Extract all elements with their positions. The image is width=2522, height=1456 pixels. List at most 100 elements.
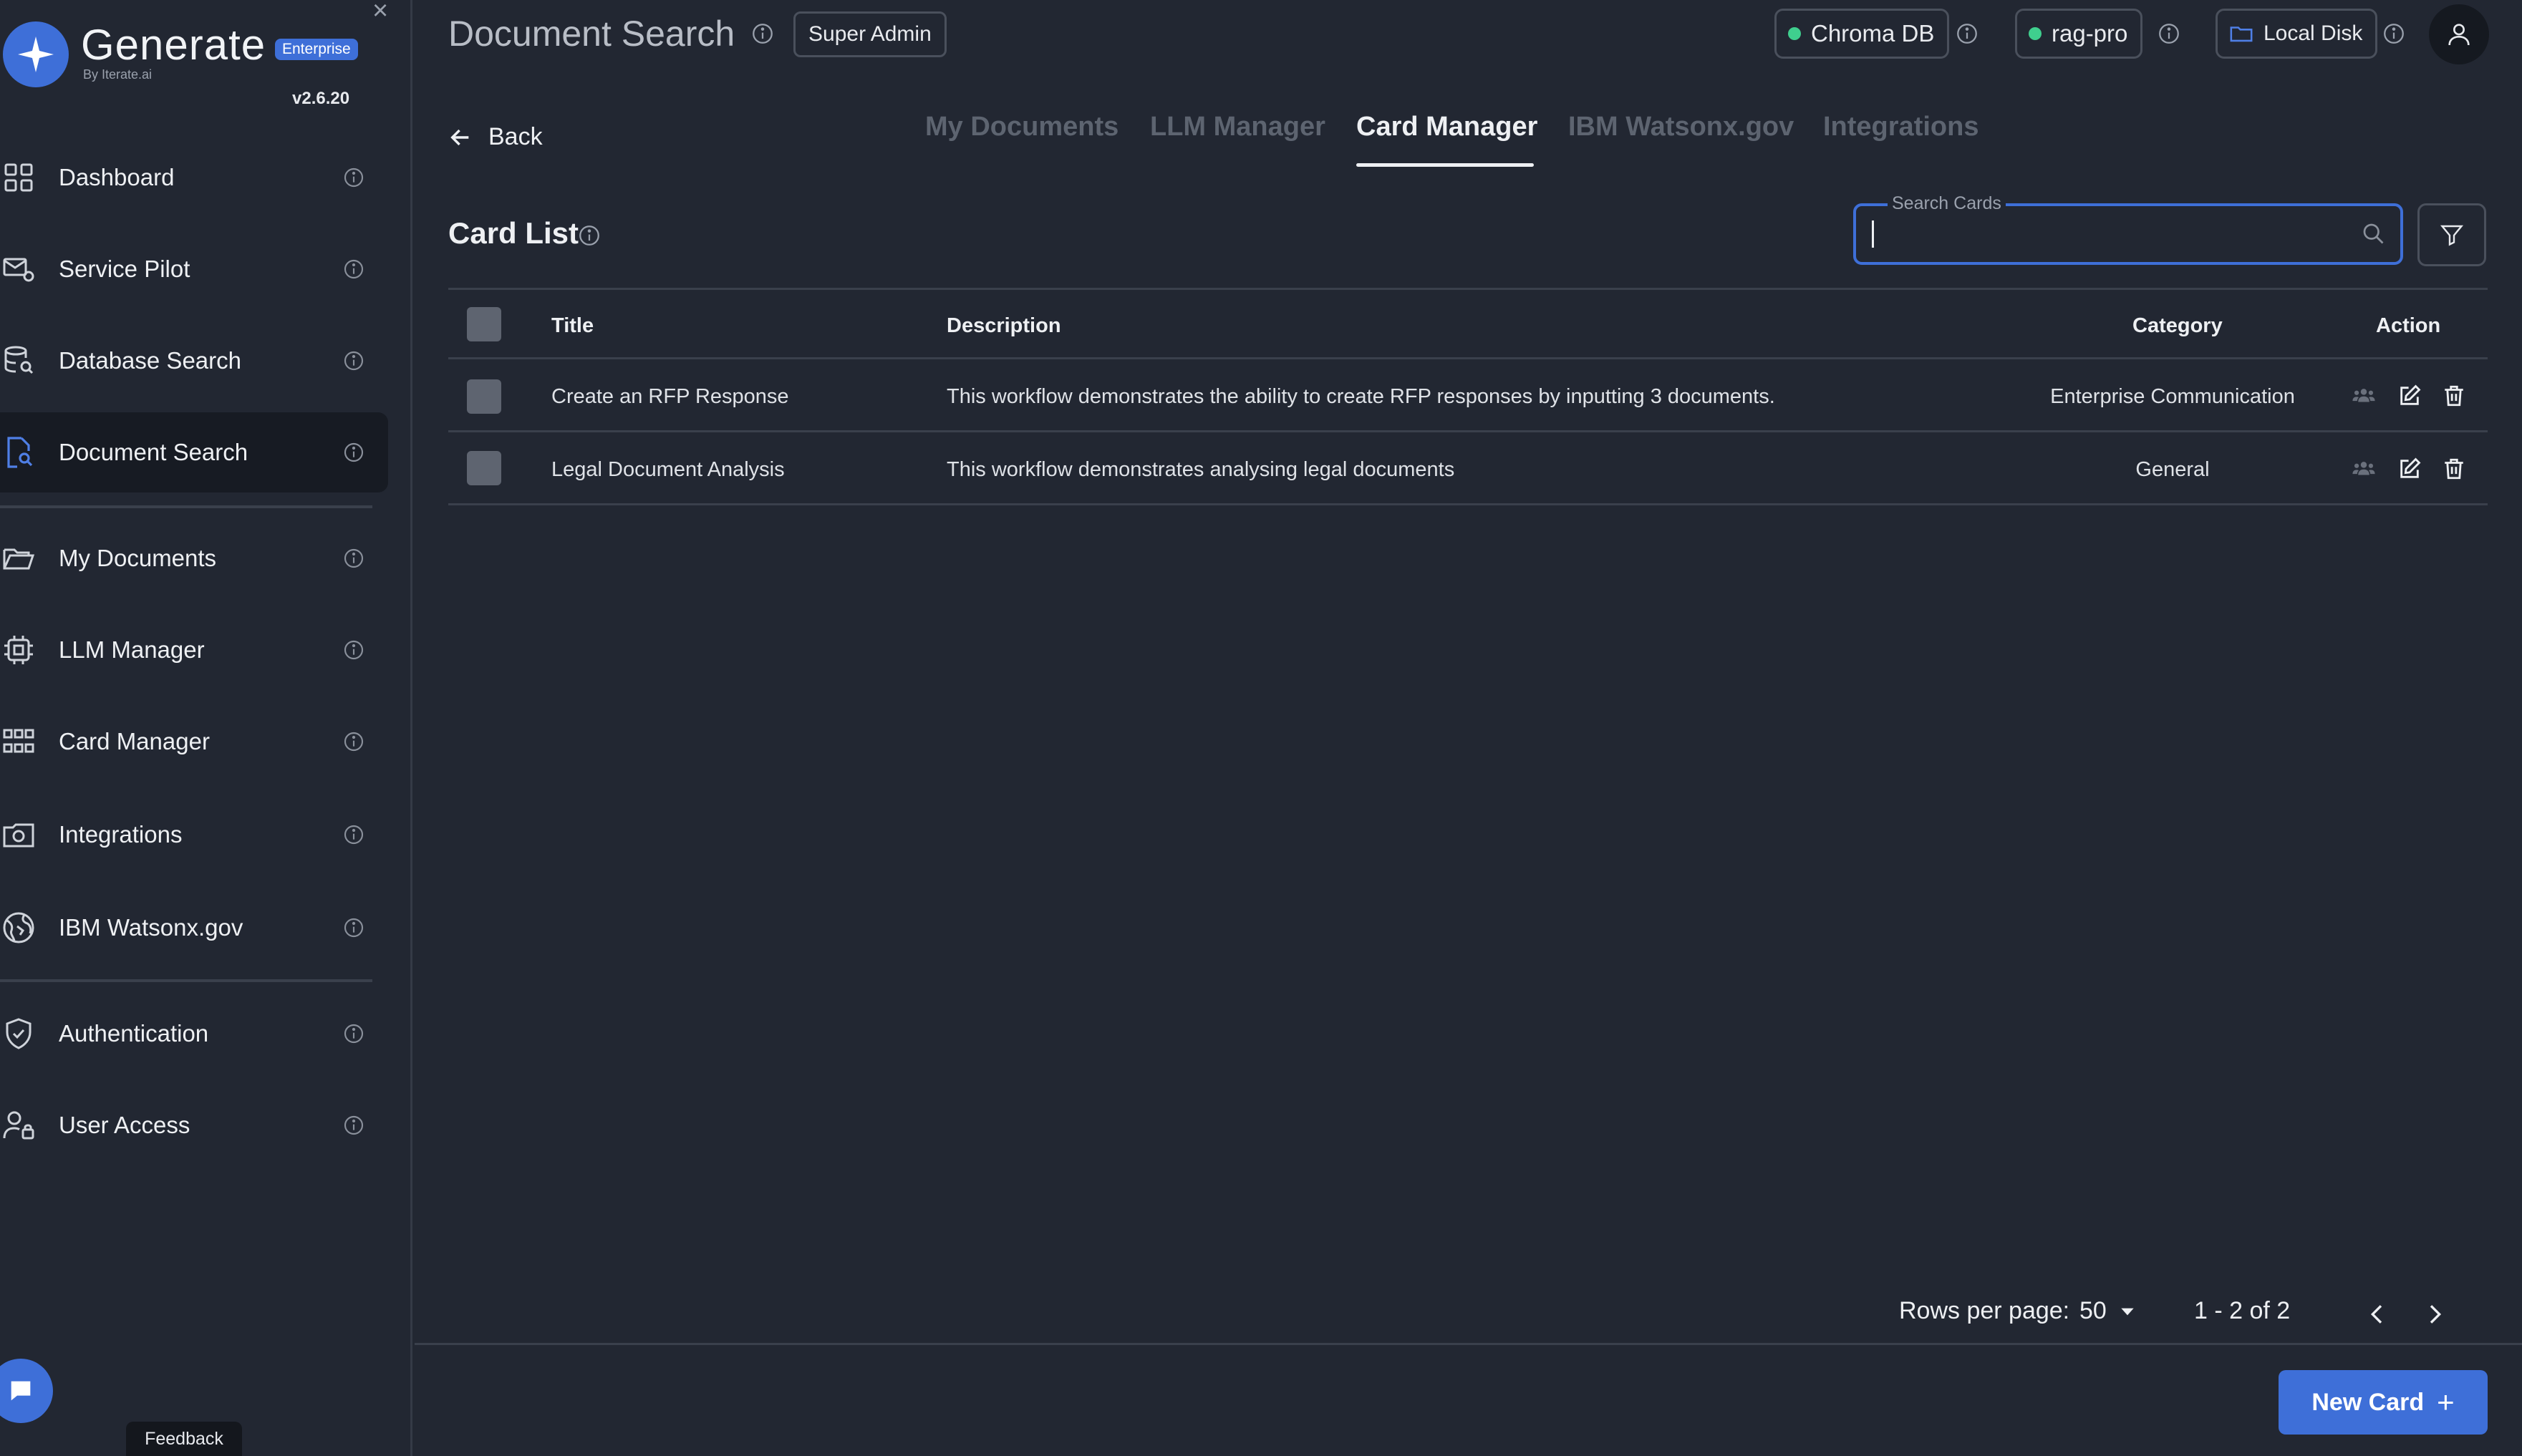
sidebar-item-database-search[interactable]: Database Search (0, 321, 388, 401)
feedback-button[interactable]: Feedback (126, 1422, 242, 1456)
folder-open-icon (3, 548, 35, 570)
filter-icon (2440, 225, 2464, 246)
sidebar-item-label: Database Search (59, 347, 241, 374)
sidebar-item-service-pilot[interactable]: Service Pilot (0, 229, 388, 309)
info-icon[interactable] (2157, 21, 2181, 46)
search-icon[interactable] (2360, 220, 2386, 246)
sidebar-item-label: My Documents (59, 545, 217, 571)
camera-folder-icon (3, 823, 34, 848)
arrow-left-icon (450, 129, 469, 145)
info-icon[interactable] (2382, 21, 2406, 46)
share-users-icon[interactable] (2352, 384, 2376, 408)
card-category: General (2135, 458, 2210, 481)
sidebar-item-label: Integrations (59, 821, 183, 848)
table-row[interactable]: Legal Document Analysis This workflow de… (448, 432, 2488, 505)
new-card-button[interactable]: New Card + (2279, 1370, 2488, 1435)
rows-per-page-value: 50 (2079, 1297, 2107, 1324)
pagination-range: 1 - 2 of 2 (2194, 1297, 2291, 1324)
tab-my-documents[interactable]: My Documents (925, 112, 1119, 142)
info-icon[interactable] (1955, 21, 1979, 46)
tab-llm-manager[interactable]: LLM Manager (1150, 112, 1325, 142)
sidebar: × Generate Enterprise By Iterate.ai v2.6… (0, 0, 412, 1456)
globe-icon (3, 912, 34, 943)
back-button[interactable]: Back (448, 123, 543, 151)
tab-integrations[interactable]: Integrations (1823, 112, 1979, 142)
rag-pro-chip[interactable]: rag-pro (2015, 9, 2143, 59)
sidebar-item-label: Dashboard (59, 164, 175, 190)
sidebar-item-label: Authentication (59, 1020, 209, 1047)
info-icon[interactable] (750, 21, 775, 46)
info-icon[interactable] (342, 349, 365, 372)
edit-icon[interactable] (2397, 457, 2422, 481)
table-header: Title Description Category Action (448, 288, 2488, 359)
active-tab-indicator (1356, 163, 1534, 167)
logo-icon (3, 21, 69, 87)
search-label: Search Cards (1888, 193, 2006, 214)
column-header-action: Action (2376, 314, 2441, 337)
filter-button[interactable] (2417, 203, 2486, 266)
text-cursor (1872, 220, 1874, 248)
database-search-icon (4, 346, 34, 374)
footer-divider (415, 1343, 2522, 1345)
info-icon[interactable] (342, 730, 365, 753)
sidebar-item-document-search[interactable]: Document Search (0, 412, 388, 492)
info-icon[interactable] (342, 916, 365, 939)
sidebar-item-integrations[interactable]: Integrations (0, 795, 388, 875)
sidebar-item-label: Card Manager (59, 728, 210, 754)
info-icon[interactable] (342, 1114, 365, 1137)
info-icon[interactable] (342, 823, 365, 846)
sidebar-item-user-access[interactable]: User Access (0, 1085, 388, 1165)
brand-badge: Enterprise (275, 39, 358, 60)
row-checkbox[interactable] (467, 451, 501, 485)
user-avatar[interactable] (2429, 4, 2489, 64)
sidebar-item-my-documents[interactable]: My Documents (0, 518, 388, 598)
trash-icon[interactable] (2442, 457, 2466, 481)
chat-icon[interactable] (0, 1359, 53, 1423)
back-label: Back (488, 123, 543, 150)
rows-per-page-label: Rows per page: (1899, 1297, 2070, 1324)
brand-name: Generate (81, 21, 266, 69)
tab-ibm-watsonx[interactable]: IBM Watsonx.gov (1568, 112, 1794, 142)
info-icon[interactable] (342, 639, 365, 661)
rows-per-page-select[interactable]: 50 (2079, 1297, 2137, 1325)
page-title: Document Search (448, 14, 735, 54)
column-header-category[interactable]: Category (2132, 314, 2223, 338)
chip-icon (4, 636, 33, 664)
caret-down-icon (2121, 1308, 2134, 1315)
chroma-db-chip[interactable]: Chroma DB (1774, 9, 1950, 59)
sidebar-item-llm-manager[interactable]: LLM Manager (0, 610, 388, 690)
column-header-description[interactable]: Description (947, 314, 1061, 338)
sidebar-item-ibm-watsonx[interactable]: IBM Watsonx.gov (0, 888, 388, 968)
info-icon[interactable] (342, 441, 365, 464)
status-dot-icon (2029, 27, 2042, 40)
tab-card-manager[interactable]: Card Manager (1356, 112, 1537, 142)
close-icon[interactable]: × (372, 0, 388, 26)
info-icon[interactable] (342, 166, 365, 189)
trash-icon[interactable] (2442, 384, 2466, 408)
edit-icon[interactable] (2397, 384, 2422, 408)
select-all-checkbox[interactable] (467, 307, 501, 341)
sidebar-item-card-manager[interactable]: Card Manager (0, 702, 388, 782)
share-users-icon[interactable] (2352, 457, 2376, 481)
info-icon[interactable] (342, 258, 365, 281)
row-checkbox[interactable] (467, 379, 501, 414)
chip-label: rag-pro (2052, 20, 2128, 47)
sidebar-divider (0, 979, 372, 982)
table-row[interactable]: Create an RFP Response This workflow dem… (448, 359, 2488, 432)
info-icon[interactable] (577, 223, 601, 248)
info-icon[interactable] (342, 547, 365, 570)
chevron-left-icon[interactable] (2363, 1300, 2392, 1329)
status-dot-icon (1788, 27, 1801, 40)
user-lock-icon (3, 1111, 34, 1140)
sidebar-item-label: Document Search (59, 439, 248, 465)
chevron-right-icon[interactable] (2420, 1300, 2449, 1329)
local-disk-chip[interactable]: Local Disk (2216, 9, 2378, 59)
sidebar-item-dashboard[interactable]: Dashboard (0, 137, 388, 218)
role-badge: Super Admin (793, 11, 947, 57)
sidebar-item-label: LLM Manager (59, 636, 205, 663)
sidebar-item-authentication[interactable]: Authentication (0, 994, 388, 1074)
grid-icon (4, 163, 33, 192)
column-header-title[interactable]: Title (551, 314, 594, 338)
chip-label: Local Disk (2263, 21, 2363, 45)
info-icon[interactable] (342, 1022, 365, 1045)
